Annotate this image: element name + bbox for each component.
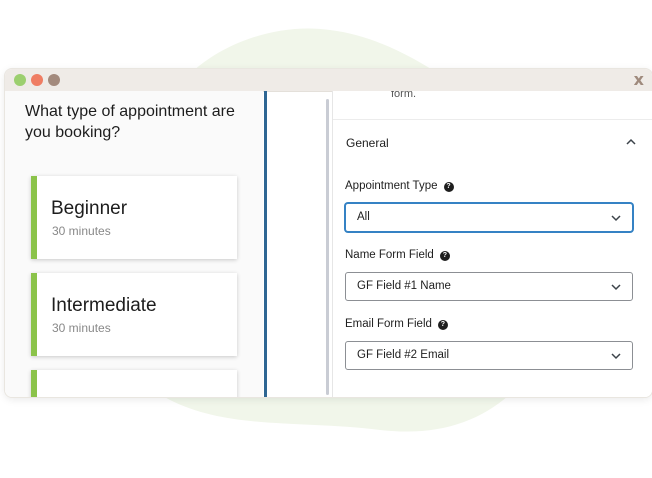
email-form-field-select[interactable]: GF Field #2 Email <box>345 341 633 370</box>
chevron-down-icon <box>611 215 621 222</box>
appointment-type-label: Appointment Type? <box>345 180 454 192</box>
appointment-card-partial[interactable] <box>31 370 237 397</box>
booking-preview: What type of appointment are you booking… <box>5 91 263 397</box>
window-maximize-dot[interactable] <box>14 74 26 86</box>
app-window: x What type of appointment are you booki… <box>4 68 652 398</box>
title-bar: x <box>5 69 652 92</box>
pane-divider[interactable] <box>264 91 267 397</box>
section-divider <box>333 119 652 120</box>
section-title-general[interactable]: General <box>346 136 389 150</box>
select-value: GF Field #2 Email <box>357 349 450 361</box>
field-label-text: Appointment Type <box>345 180 438 192</box>
window-close-dot[interactable] <box>31 74 43 86</box>
appointment-duration: 30 minutes <box>52 321 111 335</box>
description-text: form. <box>391 91 417 100</box>
help-icon[interactable]: ? <box>437 320 448 330</box>
field-label-text: Email Form Field <box>345 318 432 330</box>
appointment-name: Beginner <box>51 198 128 219</box>
help-icon[interactable]: ? <box>443 182 454 192</box>
chevron-down-icon <box>611 284 621 291</box>
appointment-card-intermediate[interactable]: Intermediate 30 minutes <box>31 273 237 356</box>
chevron-up-icon[interactable] <box>626 137 636 147</box>
appointment-duration: 30 minutes <box>52 224 111 238</box>
close-icon[interactable]: x <box>634 70 644 89</box>
booking-question: What type of appointment are you booking… <box>25 103 235 141</box>
name-form-field-select[interactable]: GF Field #1 Name <box>345 272 633 301</box>
select-value: All <box>357 211 370 223</box>
settings-scrollbar[interactable] <box>326 99 329 395</box>
window-minimize-dot[interactable] <box>48 74 60 86</box>
appointment-type-select[interactable]: All <box>345 203 633 232</box>
name-form-field-label: Name Form Field? <box>345 249 450 261</box>
email-form-field-label: Email Form Field? <box>345 318 448 330</box>
appointment-card-beginner[interactable]: Beginner 30 minutes <box>31 176 237 259</box>
settings-panel: form. General Appointment Type? All Name… <box>333 91 652 397</box>
chevron-down-icon <box>611 353 621 360</box>
appointment-name: Intermediate <box>51 295 157 316</box>
select-value: GF Field #1 Name <box>357 280 451 292</box>
help-icon[interactable]: ? <box>439 251 450 261</box>
field-label-text: Name Form Field <box>345 249 434 261</box>
